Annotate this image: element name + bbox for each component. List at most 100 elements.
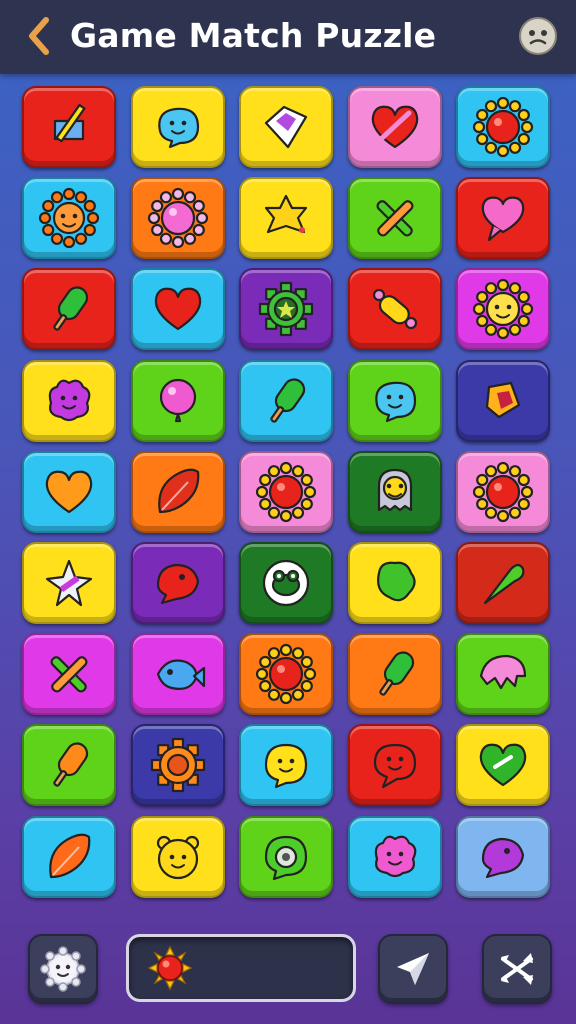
purple-gem-icon xyxy=(264,105,308,149)
tile[interactable] xyxy=(130,542,225,624)
pink-balloon-icon xyxy=(159,378,196,422)
tile[interactable] xyxy=(347,86,442,168)
face-icon xyxy=(519,17,557,55)
tile[interactable] xyxy=(456,633,550,716)
red-leaf-icon xyxy=(157,468,199,513)
green-popsicle-icon xyxy=(270,378,306,423)
yellow-smiley-icon xyxy=(264,744,308,789)
red-face-bubble-icon xyxy=(373,744,416,789)
tile[interactable] xyxy=(130,359,225,442)
flower-face-icon xyxy=(38,188,100,249)
tile[interactable] xyxy=(239,268,333,351)
chevron-left-icon xyxy=(29,17,49,55)
bottom-bar xyxy=(0,926,576,1024)
red-sun-icon xyxy=(255,461,317,522)
launch-button[interactable] xyxy=(378,934,448,1004)
tile[interactable] xyxy=(456,542,550,624)
tile[interactable] xyxy=(347,815,442,898)
frog-bubble-icon xyxy=(262,559,310,607)
tile[interactable] xyxy=(347,268,442,351)
pink-shell-icon xyxy=(479,655,527,690)
tile[interactable] xyxy=(347,450,442,533)
tile[interactable] xyxy=(456,815,550,898)
tile[interactable] xyxy=(239,724,333,807)
green-blob-icon xyxy=(376,561,416,602)
tile[interactable] xyxy=(239,633,333,716)
crossed-sticks-icon xyxy=(50,656,88,693)
tile[interactable] xyxy=(22,724,116,807)
candy-icon xyxy=(372,289,417,330)
tile[interactable] xyxy=(456,724,550,807)
tile[interactable] xyxy=(239,815,333,898)
tile[interactable] xyxy=(22,177,116,260)
shuffle-icon xyxy=(501,953,533,985)
sun-icon xyxy=(472,96,534,158)
settings-button[interactable] xyxy=(28,934,98,1004)
tile[interactable] xyxy=(347,359,442,442)
tile[interactable] xyxy=(456,268,550,351)
tile[interactable] xyxy=(130,450,225,533)
tile[interactable] xyxy=(22,542,116,624)
top-bar: Game Match Puzzle xyxy=(0,0,576,74)
tile[interactable] xyxy=(22,86,116,168)
broken-heart-icon xyxy=(371,105,418,149)
green-gear-bubble-icon xyxy=(264,835,308,880)
tile[interactable] xyxy=(239,177,333,260)
tile[interactable] xyxy=(456,177,550,260)
tile[interactable] xyxy=(130,633,225,716)
shuffle-button[interactable] xyxy=(482,934,552,1004)
red-heart-icon xyxy=(154,288,201,331)
tile[interactable] xyxy=(239,359,333,442)
gem-box-icon xyxy=(485,381,521,418)
yellow-bear-icon xyxy=(156,835,199,879)
purple-bird-icon xyxy=(481,837,525,878)
tile[interactable] xyxy=(130,815,225,898)
tile[interactable] xyxy=(239,542,333,624)
tile[interactable] xyxy=(130,724,225,807)
pink-monster-icon xyxy=(374,835,416,877)
tile[interactable] xyxy=(456,359,550,442)
tile[interactable] xyxy=(22,633,116,716)
white-star-icon xyxy=(45,559,93,607)
green-popsicle-icon xyxy=(378,651,414,696)
blue-blob-icon xyxy=(374,381,416,422)
sun-icon xyxy=(147,945,193,991)
orange-heart-icon xyxy=(45,470,93,513)
pink-flower-icon xyxy=(147,188,208,249)
yellow-ghost-icon xyxy=(377,468,412,511)
tile[interactable] xyxy=(456,450,550,533)
tile[interactable] xyxy=(130,177,225,260)
gear-star-icon xyxy=(258,282,314,337)
tile[interactable] xyxy=(456,86,550,168)
green-heart-icon xyxy=(479,744,527,787)
purple-monster-icon xyxy=(48,379,91,421)
orange-leaf-icon xyxy=(49,833,91,878)
tile[interactable] xyxy=(22,450,116,533)
smiling-sun-icon xyxy=(472,279,534,340)
tile[interactable] xyxy=(22,359,116,442)
tile[interactable] xyxy=(347,177,442,260)
red-sun-icon xyxy=(472,461,534,522)
tile[interactable] xyxy=(347,542,442,624)
tile[interactable] xyxy=(22,268,116,351)
sword-block-icon xyxy=(53,103,86,143)
tile[interactable] xyxy=(130,268,225,351)
power-meter xyxy=(126,934,356,1002)
green-cone-icon xyxy=(483,563,525,605)
tile[interactable] xyxy=(130,86,225,168)
tile[interactable] xyxy=(347,633,442,716)
red-sun-icon xyxy=(255,644,317,705)
red-bird-icon xyxy=(156,563,199,605)
gear-face-icon xyxy=(40,946,86,992)
orange-gear-icon xyxy=(150,738,205,793)
profile-button[interactable] xyxy=(514,12,562,60)
blue-blob-icon xyxy=(157,107,199,149)
tile[interactable] xyxy=(22,815,116,898)
paper-plane-icon xyxy=(397,953,429,985)
back-button[interactable] xyxy=(18,14,60,58)
tile[interactable] xyxy=(239,450,333,533)
tile[interactable] xyxy=(347,724,442,807)
crossed-sticks-icon xyxy=(375,200,414,237)
blue-fish-icon xyxy=(156,659,205,691)
tile[interactable] xyxy=(239,86,333,168)
